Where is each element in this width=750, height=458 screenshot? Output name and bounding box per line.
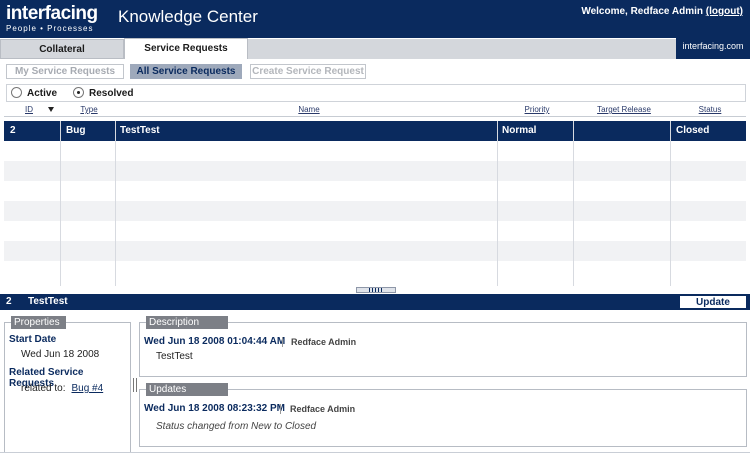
description-label: Description <box>146 316 228 329</box>
entry-separator <box>280 404 281 414</box>
logout-link[interactable]: (logout) <box>706 6 743 17</box>
radio-active-label: Active <box>27 88 58 99</box>
welcome-text: Welcome, Redface Admin <box>581 6 704 17</box>
update-button[interactable]: Update <box>680 296 746 308</box>
radio-resolved-label: Resolved <box>89 88 134 99</box>
app-header: interfacing People • Processes Knowledge… <box>0 0 750 38</box>
radio-resolved[interactable]: Resolved <box>73 87 133 99</box>
cell-status: Closed <box>676 125 710 136</box>
update-date: Wed Jun 18 2008 08:23:32 PM <box>144 403 285 414</box>
description-author: Redface Admin <box>291 337 357 347</box>
column-header-type[interactable]: Type <box>76 105 102 114</box>
logo-wordmark: interfacing <box>6 3 98 24</box>
tab-collateral[interactable]: Collateral <box>0 39 124 59</box>
column-header-target-release[interactable]: Target Release <box>594 105 654 114</box>
site-link[interactable]: interfacing.com <box>676 38 750 59</box>
column-header-status[interactable]: Status <box>696 105 724 114</box>
tab-bar-filler <box>248 39 676 59</box>
description-body: TestTest <box>156 351 193 362</box>
start-date-label: Start Date <box>9 334 57 345</box>
cell-name: TestTest <box>120 125 160 136</box>
related-to: related to: Bug #4 <box>21 383 103 394</box>
tab-service-requests[interactable]: Service Requests <box>124 38 248 59</box>
radio-active[interactable]: Active <box>11 87 57 99</box>
related-to-prefix: related to: <box>21 383 66 394</box>
cell-id: 2 <box>10 125 16 136</box>
sort-desc-icon[interactable] <box>48 107 54 112</box>
welcome-area: Welcome, Redface Admin (logout) <box>581 6 743 17</box>
interfacing-logo[interactable]: interfacing People • Processes <box>6 4 98 34</box>
top-tab-bar: Collateral Service Requests interfacing.… <box>0 38 750 59</box>
vertical-splitter-handle[interactable] <box>133 378 137 392</box>
subtab-all-service-requests[interactable]: All Service Requests <box>130 64 242 79</box>
logo-tagline: People • Processes <box>6 24 94 33</box>
column-divider <box>497 121 498 286</box>
column-header-name[interactable]: Name <box>294 105 324 114</box>
updates-label: Updates <box>146 383 228 396</box>
start-date-value: Wed Jun 18 2008 <box>21 349 100 360</box>
cell-priority: Normal <box>502 125 537 136</box>
app-title: Knowledge Center <box>118 7 258 26</box>
column-divider <box>670 121 671 286</box>
detail-header: 2 TestTest Update <box>0 294 750 310</box>
column-header-id[interactable]: ID <box>22 105 36 114</box>
subtab-my-service-requests[interactable]: My Service Requests <box>6 64 124 79</box>
properties-label: Properties <box>11 316 66 329</box>
update-author: Redface Admin <box>290 404 356 414</box>
radio-active-circle[interactable] <box>11 87 22 98</box>
updates-panel: Updates Wed Jun 18 2008 08:23:32 PM Redf… <box>139 383 747 447</box>
properties-panel: Properties Start Date Wed Jun 18 2008 Re… <box>4 316 131 453</box>
column-divider <box>115 121 116 286</box>
radio-resolved-circle[interactable] <box>73 87 84 98</box>
grid-column-headers: ID Type Name Priority Target Release Sta… <box>4 103 746 117</box>
status-filter-bar: Active Resolved <box>6 84 746 102</box>
column-header-priority[interactable]: Priority <box>522 105 552 114</box>
description-date: Wed Jun 18 2008 01:04:44 AM <box>144 336 286 347</box>
detail-title: TestTest <box>28 296 68 307</box>
column-divider <box>573 121 574 286</box>
description-panel: Description Wed Jun 18 2008 01:04:44 AM … <box>139 316 747 377</box>
grip-icon <box>369 288 383 292</box>
update-body: Status changed from New to Closed <box>156 421 317 432</box>
subtab-create-service-request[interactable]: Create Service Request <box>250 64 366 79</box>
horizontal-splitter-handle[interactable] <box>356 287 396 293</box>
entry-separator <box>282 337 283 347</box>
sub-tab-bar: My Service Requests All Service Requests… <box>0 60 750 82</box>
detail-id: 2 <box>6 296 12 307</box>
bottom-strip <box>0 452 750 458</box>
cell-type: Bug <box>66 125 86 136</box>
related-bug-link[interactable]: Bug #4 <box>71 383 103 394</box>
service-request-grid: ID Type Name Priority Target Release Sta… <box>4 103 746 286</box>
column-divider <box>60 121 61 286</box>
